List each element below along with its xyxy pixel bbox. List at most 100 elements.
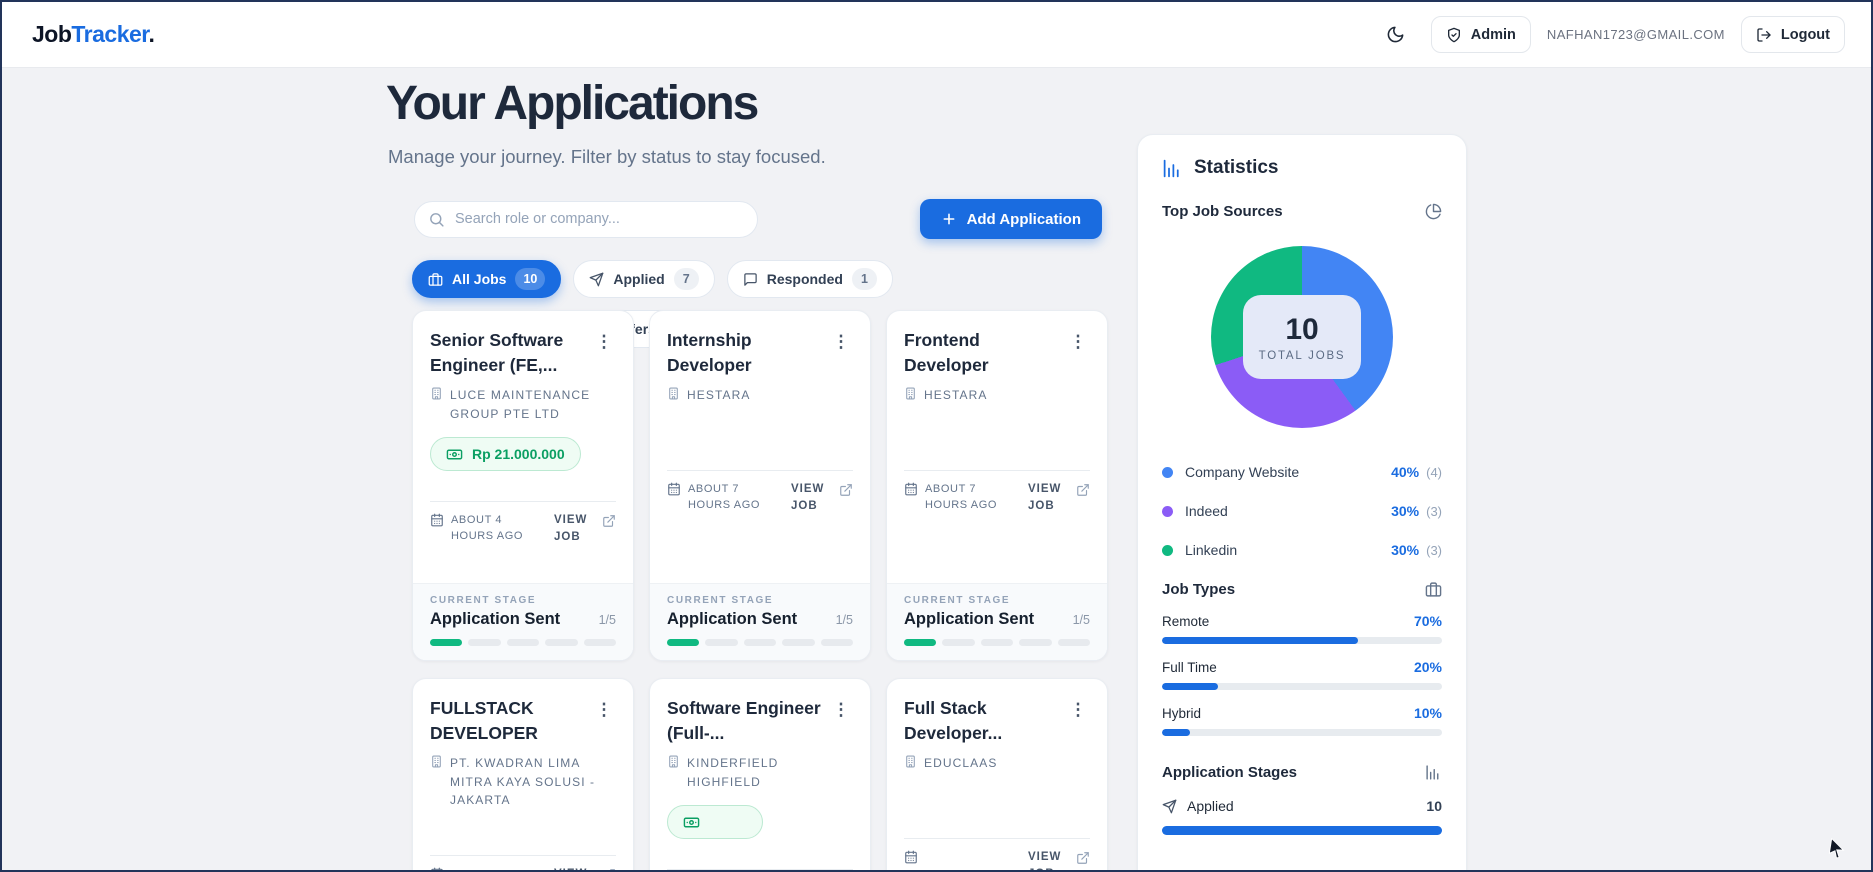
- posted-time: ABOUT 4 HOURS AGO: [430, 512, 546, 545]
- application-card: Software Engineer (Full-... ⋮ KINDERFIEL…: [649, 678, 871, 870]
- legend-dot: [1162, 544, 1173, 556]
- legend-item: Linkedin 30% (3): [1162, 542, 1442, 558]
- posted-time: ABOUT 7 HOURS AGO: [667, 481, 783, 514]
- banknote-icon: [683, 817, 700, 828]
- progress-track: [1162, 683, 1442, 690]
- banknote-icon: [446, 449, 463, 460]
- add-application-label: Add Application: [966, 210, 1081, 228]
- card-body: Full Stack Developer... ⋮ EDUCLAAS VIEW …: [887, 679, 1107, 870]
- company-name: HESTARA: [924, 388, 988, 402]
- app-logo[interactable]: JobTracker.: [32, 21, 155, 48]
- external-link-icon[interactable]: [602, 868, 616, 872]
- message-icon: [743, 272, 757, 286]
- card-menu-button[interactable]: ⋮: [592, 696, 616, 720]
- card-body: FULLSTACK DEVELOPER ⋮ PT. KWADRAN LIMA M…: [413, 679, 633, 872]
- stage-progress-bar: [667, 639, 854, 646]
- stage-progress-text: 1/5: [835, 613, 853, 627]
- controls-row: Add Application: [414, 199, 1102, 239]
- filter-count-badge: 10: [515, 268, 546, 290]
- view-job-link[interactable]: VIEW JOB: [791, 481, 831, 516]
- page-subtitle: Manage your journey. Filter by status to…: [388, 146, 826, 167]
- building-icon: [432, 387, 441, 400]
- card-stage-footer: CURRENT STAGE Application Sent 1/5: [413, 583, 633, 660]
- external-link-icon[interactable]: [839, 483, 853, 497]
- stage-progress-text: 1/5: [598, 613, 616, 627]
- calendar-icon: [905, 850, 917, 864]
- filter-all-jobs[interactable]: All Jobs 10: [412, 260, 562, 298]
- external-link-icon[interactable]: [602, 514, 616, 528]
- card-menu-button[interactable]: ⋮: [829, 696, 853, 720]
- view-job-link[interactable]: VIEW JOB: [1028, 481, 1068, 516]
- stage-progress-bar: [904, 639, 1091, 646]
- building-icon: [432, 755, 441, 768]
- card-menu-button[interactable]: ⋮: [1066, 696, 1090, 720]
- company-name: LUCE MAINTENANCE GROUP PTE LTD: [450, 388, 591, 421]
- logout-button[interactable]: Logout: [1740, 16, 1845, 53]
- admin-label: Admin: [1470, 26, 1516, 43]
- card-menu-button[interactable]: ⋮: [592, 328, 616, 352]
- view-job-link[interactable]: VIEW JOB: [554, 512, 594, 547]
- view-job-link[interactable]: VIEW JOB: [554, 866, 594, 870]
- job-title: Senior Software Engineer (FE,...: [430, 330, 564, 375]
- card-body: Software Engineer (Full-... ⋮ KINDERFIEL…: [650, 679, 870, 870]
- card-menu-button[interactable]: ⋮: [1066, 328, 1090, 352]
- app-window: JobTracker. Admin NAFHAN1723@GMAIL.COM L…: [0, 0, 1873, 872]
- legend-dot: [1162, 466, 1173, 478]
- application-card: FULLSTACK DEVELOPER ⋮ PT. KWADRAN LIMA M…: [412, 678, 634, 872]
- add-application-button[interactable]: Add Application: [919, 199, 1102, 239]
- stage-caption: CURRENT STAGE: [430, 595, 537, 606]
- stage-name: Application Sent: [904, 610, 1035, 628]
- job-type-row: Full Time 20%: [1162, 659, 1442, 675]
- dark-mode-toggle[interactable]: [1377, 16, 1415, 54]
- progress-track: [1162, 729, 1442, 736]
- admin-badge[interactable]: Admin: [1430, 16, 1531, 53]
- job-types-heading: Job Types: [1162, 581, 1442, 598]
- stage-name: Application Sent: [430, 610, 561, 628]
- card-menu-button[interactable]: ⋮: [829, 328, 853, 352]
- card-stage-footer: CURRENT STAGE Application Sent 1/5: [650, 583, 870, 660]
- company-row: HESTARA: [667, 386, 853, 405]
- progress-fill: [1162, 637, 1358, 644]
- pie-legend: Company Website 40% (4) Indeed 30% (3) L…: [1162, 464, 1442, 558]
- posted-time: ABOUT 7 HOURS AGO: [904, 481, 1020, 514]
- stage-applied-bar: [1162, 826, 1442, 835]
- calendar-icon: [431, 867, 443, 870]
- filter-applied[interactable]: Applied 7: [573, 260, 715, 298]
- job-title: Frontend Developer: [904, 330, 989, 375]
- legend-item: Company Website 40% (4): [1162, 464, 1442, 480]
- company-row: PT. KWADRAN LIMA MITRA KAYA SOLUSI - JAK…: [430, 754, 616, 810]
- view-job-link[interactable]: VIEW JOB: [1028, 849, 1068, 870]
- company-row: KINDERFIELD HIGHFIELD: [667, 754, 853, 791]
- application-card: Full Stack Developer... ⋮ EDUCLAAS VIEW …: [886, 678, 1108, 870]
- statistics-panel: Statistics Top Job Sources 10 TOTAL JOBS…: [1137, 134, 1467, 870]
- filter-responded[interactable]: Responded 1: [726, 260, 893, 298]
- bar-chart-icon: [1426, 765, 1439, 780]
- job-type-bars: Remote 70% Full Time 20% Hybrid 10%: [1162, 613, 1442, 736]
- job-title: FULLSTACK DEVELOPER: [430, 698, 538, 743]
- external-link-icon[interactable]: [1076, 851, 1090, 865]
- company-name: HESTARA: [687, 388, 751, 402]
- logo-part-dot: .: [148, 21, 155, 47]
- stage-name: Application Sent: [667, 610, 798, 628]
- briefcase-icon: [428, 272, 443, 286]
- search-input[interactable]: [414, 200, 758, 238]
- bar-chart-icon: [1163, 159, 1179, 177]
- stage-progress-bar: [430, 639, 617, 646]
- posted-time: [904, 849, 1020, 864]
- plus-icon: [943, 213, 955, 225]
- shield-check-icon: [1447, 27, 1460, 42]
- logo-part-tracker: Tracker: [71, 21, 149, 47]
- company-name: EDUCLAAS: [924, 756, 998, 770]
- job-type-row: Hybrid 10%: [1162, 705, 1442, 721]
- application-stages-heading: Application Stages: [1162, 764, 1442, 781]
- applications-grid: Senior Software Engineer (FE,... ⋮ LUCE …: [412, 310, 1108, 872]
- building-icon: [906, 387, 915, 400]
- send-icon: [1162, 799, 1177, 813]
- legend-dot: [1162, 505, 1173, 517]
- application-card: Frontend Developer ⋮ HESTARA ABOUT 7 HOU…: [886, 310, 1108, 661]
- navbar-right: Admin NAFHAN1723@GMAIL.COM Logout: [1377, 16, 1845, 54]
- external-link-icon[interactable]: [1076, 483, 1090, 497]
- posted-time: [430, 866, 546, 870]
- filter-count-badge: 1: [851, 268, 877, 290]
- progress-track: [1162, 637, 1442, 644]
